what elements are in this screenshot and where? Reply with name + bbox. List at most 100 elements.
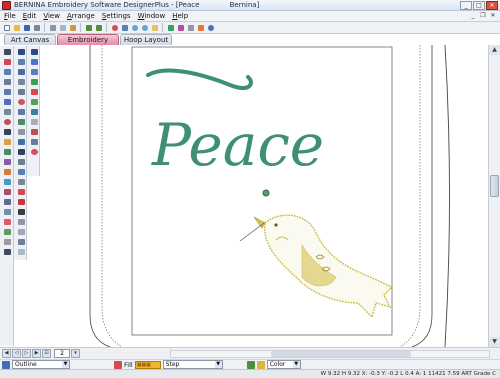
outline-color-tool[interactable] <box>16 207 26 216</box>
realistic-view-button[interactable] <box>176 23 185 32</box>
open-folder-button[interactable] <box>12 23 21 32</box>
applique-tool[interactable] <box>2 167 12 176</box>
color-film-button[interactable] <box>196 23 205 32</box>
sculpt-tool[interactable] <box>29 137 39 146</box>
first-page-button[interactable]: ◀ <box>2 349 11 358</box>
bezier-tool[interactable] <box>16 67 26 76</box>
run-tool[interactable] <box>2 147 12 156</box>
favorite-tool[interactable] <box>29 147 39 156</box>
magic-wand-tool[interactable] <box>2 57 12 66</box>
menu-view[interactable]: View <box>43 12 60 20</box>
polygon-tool[interactable] <box>16 107 26 116</box>
fill-color-swatch[interactable]: ▦▦▦ <box>134 360 161 369</box>
cut-button[interactable] <box>48 23 57 32</box>
paragraph-tool[interactable] <box>16 157 26 166</box>
pick-tool[interactable] <box>16 47 26 56</box>
menu-arrange[interactable]: Arrange <box>67 12 95 20</box>
prev-button[interactable]: ◁ <box>12 349 21 358</box>
next-button[interactable]: ▷ <box>22 349 31 358</box>
help-button[interactable] <box>206 23 215 32</box>
embroidery-canvas[interactable]: Peace <box>40 45 488 347</box>
new-file-button[interactable] <box>2 23 11 32</box>
grid-button[interactable] <box>120 23 129 32</box>
circle-tool[interactable] <box>2 117 12 126</box>
menu-help[interactable]: Help <box>172 12 188 20</box>
hoop-button[interactable] <box>110 23 119 32</box>
zoom-in-button[interactable] <box>130 23 139 32</box>
lettering-tool[interactable] <box>2 247 12 256</box>
tab-hoop-layout[interactable]: Hoop Layout <box>120 34 172 45</box>
contour-tool[interactable] <box>29 107 39 116</box>
fill-tool[interactable] <box>2 157 12 166</box>
echo-tool[interactable] <box>29 127 39 136</box>
cross-stitch-tool[interactable] <box>2 197 12 206</box>
scroll-up-arrow[interactable]: ▲ <box>489 45 500 55</box>
wireframe-button[interactable] <box>186 23 195 32</box>
text-tool[interactable] <box>2 127 12 136</box>
stitch-player-button[interactable] <box>166 23 175 32</box>
menu-window[interactable]: Window <box>138 12 166 20</box>
photo-tool[interactable] <box>2 207 12 216</box>
gradient-tool[interactable] <box>29 77 39 86</box>
menu-edit[interactable]: Edit <box>23 12 37 20</box>
shape-tool[interactable] <box>2 77 12 86</box>
color-select[interactable]: Color ▼ <box>266 360 301 369</box>
fill-type-select[interactable]: Step ▼ <box>162 360 223 369</box>
last-page-button[interactable]: ▶ <box>32 349 41 358</box>
knife-tool[interactable] <box>16 77 26 86</box>
doc-close-button[interactable]: ✕ <box>489 12 497 20</box>
transparency-tool[interactable] <box>16 247 26 256</box>
color-tool[interactable] <box>2 217 12 226</box>
table-tool[interactable] <box>16 167 26 176</box>
text-art-tool[interactable] <box>16 147 26 156</box>
menu-file[interactable]: File <box>4 12 16 20</box>
select-arrow-tool[interactable] <box>2 47 12 56</box>
zoom-fit-button[interactable]: ⊡ <box>42 349 51 358</box>
stitch-angle-tool[interactable] <box>2 237 12 246</box>
satin-tool[interactable] <box>2 137 12 146</box>
freehand-tool[interactable] <box>2 97 12 106</box>
menu-settings[interactable]: Settings <box>102 12 131 20</box>
motif-tool[interactable] <box>2 177 12 186</box>
print-button[interactable] <box>32 23 41 32</box>
scroll-down-arrow[interactable]: ▼ <box>489 337 500 347</box>
palette-tool[interactable] <box>2 227 12 236</box>
close-button[interactable]: ✕ <box>486 1 498 10</box>
save-button[interactable] <box>22 23 31 32</box>
zoom-value-field[interactable]: 2 <box>54 349 70 358</box>
zoom-out-button[interactable] <box>140 23 149 32</box>
ellipse-tool[interactable] <box>16 97 26 106</box>
undo-button[interactable] <box>84 23 93 32</box>
stipple-tool[interactable] <box>29 97 39 106</box>
outline-object-tool[interactable] <box>29 47 39 56</box>
bernina-app-icon[interactable] <box>2 1 11 10</box>
grid-tool[interactable] <box>16 127 26 136</box>
eyedropper-tool[interactable] <box>16 217 26 226</box>
connector-tool[interactable] <box>16 187 26 196</box>
fill-color-tool[interactable] <box>16 197 26 206</box>
wave-tool[interactable] <box>29 117 39 126</box>
triangle-tool[interactable] <box>2 87 12 96</box>
paste-button[interactable] <box>68 23 77 32</box>
pan-button[interactable] <box>150 23 159 32</box>
blend-tool[interactable] <box>16 237 26 246</box>
shape-library-tool[interactable] <box>16 137 26 146</box>
line-tool[interactable] <box>2 107 12 116</box>
stitch-icon[interactable] <box>246 360 255 369</box>
vertical-scroll-thumb[interactable] <box>490 175 499 197</box>
redo-button[interactable] <box>94 23 103 32</box>
spiral-tool[interactable] <box>16 117 26 126</box>
reshape-tool[interactable] <box>2 67 12 76</box>
copy-button[interactable] <box>58 23 67 32</box>
design-text-peace[interactable]: Peace <box>151 111 324 179</box>
horizontal-scroll-thumb[interactable] <box>271 351 411 357</box>
maximize-button[interactable]: □ <box>473 1 485 10</box>
rectangle-tool[interactable] <box>16 87 26 96</box>
vertical-scrollbar[interactable]: ▲ ▼ <box>488 45 500 347</box>
tab-embroidery-canvas[interactable]: Embroidery Canvas <box>57 34 119 55</box>
interactive-fill-tool[interactable] <box>16 227 26 236</box>
doc-minimize-button[interactable]: _ <box>469 12 477 20</box>
star-tool[interactable] <box>29 57 39 66</box>
zoom-dropdown-button[interactable]: ▾ <box>71 349 80 358</box>
dove-motif[interactable] <box>239 214 394 319</box>
